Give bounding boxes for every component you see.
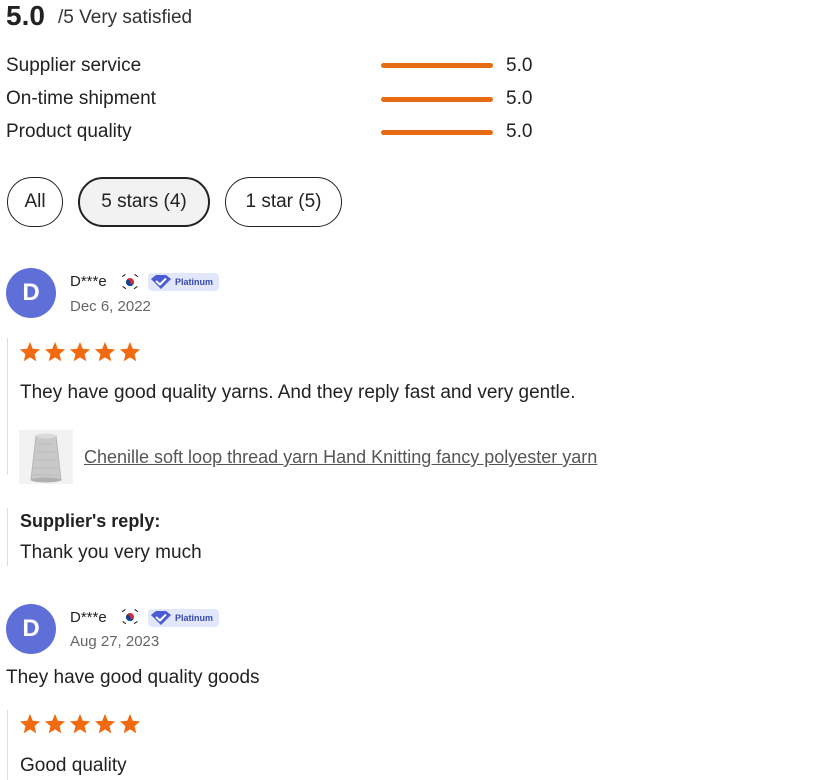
metric-label-supplier-service: Supplier service [6, 55, 142, 76]
metric-value-product-quality: 5.0 [506, 121, 533, 142]
review-comment: They have good quality goods [6, 667, 260, 688]
platinum-badge: Platinum [148, 273, 220, 291]
avatar: D [6, 268, 56, 318]
star-icon [44, 713, 66, 734]
supplier-reply-text: Thank you very much [20, 542, 202, 563]
star-rating [19, 341, 141, 362]
supplier-reply-title: Supplier's reply: [20, 511, 161, 531]
review-text: Good quality [20, 755, 127, 776]
review-text: They have good quality yarns. And they r… [20, 382, 576, 403]
metric-value-on-time-shipment: 5.0 [506, 88, 533, 109]
product-link[interactable]: Chenille soft loop thread yarn Hand Knit… [84, 447, 597, 468]
south-korea-flag-icon [121, 608, 139, 626]
platinum-badge: Platinum [148, 609, 220, 627]
star-icon [119, 713, 141, 734]
badge-label: Platinum [175, 613, 214, 623]
reviewer-name: D***e [70, 273, 107, 290]
star-icon [94, 341, 116, 362]
star-icon [44, 341, 66, 362]
star-icon [119, 341, 141, 362]
badge-label: Platinum [175, 277, 214, 287]
star-icon [19, 713, 41, 734]
reviewer-name: D***e [70, 609, 107, 626]
metric-value-supplier-service: 5.0 [506, 55, 533, 76]
verified-diamond-icon [151, 275, 171, 289]
review-date: Aug 27, 2023 [70, 633, 160, 650]
product-thumbnail[interactable] [19, 430, 73, 484]
metric-label-product-quality: Product quality [6, 121, 132, 142]
overall-score: 5.0 [6, 0, 45, 31]
filter-1-star-chip[interactable]: 1 star (5) [225, 177, 342, 227]
review-date: Dec 6, 2022 [70, 298, 151, 315]
filter-5-stars-chip[interactable]: 5 stars (4) [78, 177, 210, 227]
metric-bar-supplier-service [381, 63, 493, 68]
south-korea-flag-icon [121, 273, 139, 291]
verified-diamond-icon [151, 611, 171, 625]
star-icon [69, 341, 91, 362]
avatar: D [6, 604, 56, 654]
yarn-cone-image [19, 430, 73, 484]
star-icon [19, 341, 41, 362]
metric-bar-on-time-shipment [381, 97, 493, 102]
star-icon [69, 713, 91, 734]
reply-divider [7, 508, 8, 566]
star-icon [94, 713, 116, 734]
review-divider [7, 710, 8, 780]
filter-all-chip[interactable]: All [7, 177, 63, 227]
star-rating [19, 713, 141, 734]
metric-bar-product-quality [381, 130, 493, 135]
metric-label-on-time-shipment: On-time shipment [6, 88, 156, 109]
overall-score-suffix: /5 Very satisfied [58, 7, 193, 28]
review-divider [7, 338, 8, 475]
